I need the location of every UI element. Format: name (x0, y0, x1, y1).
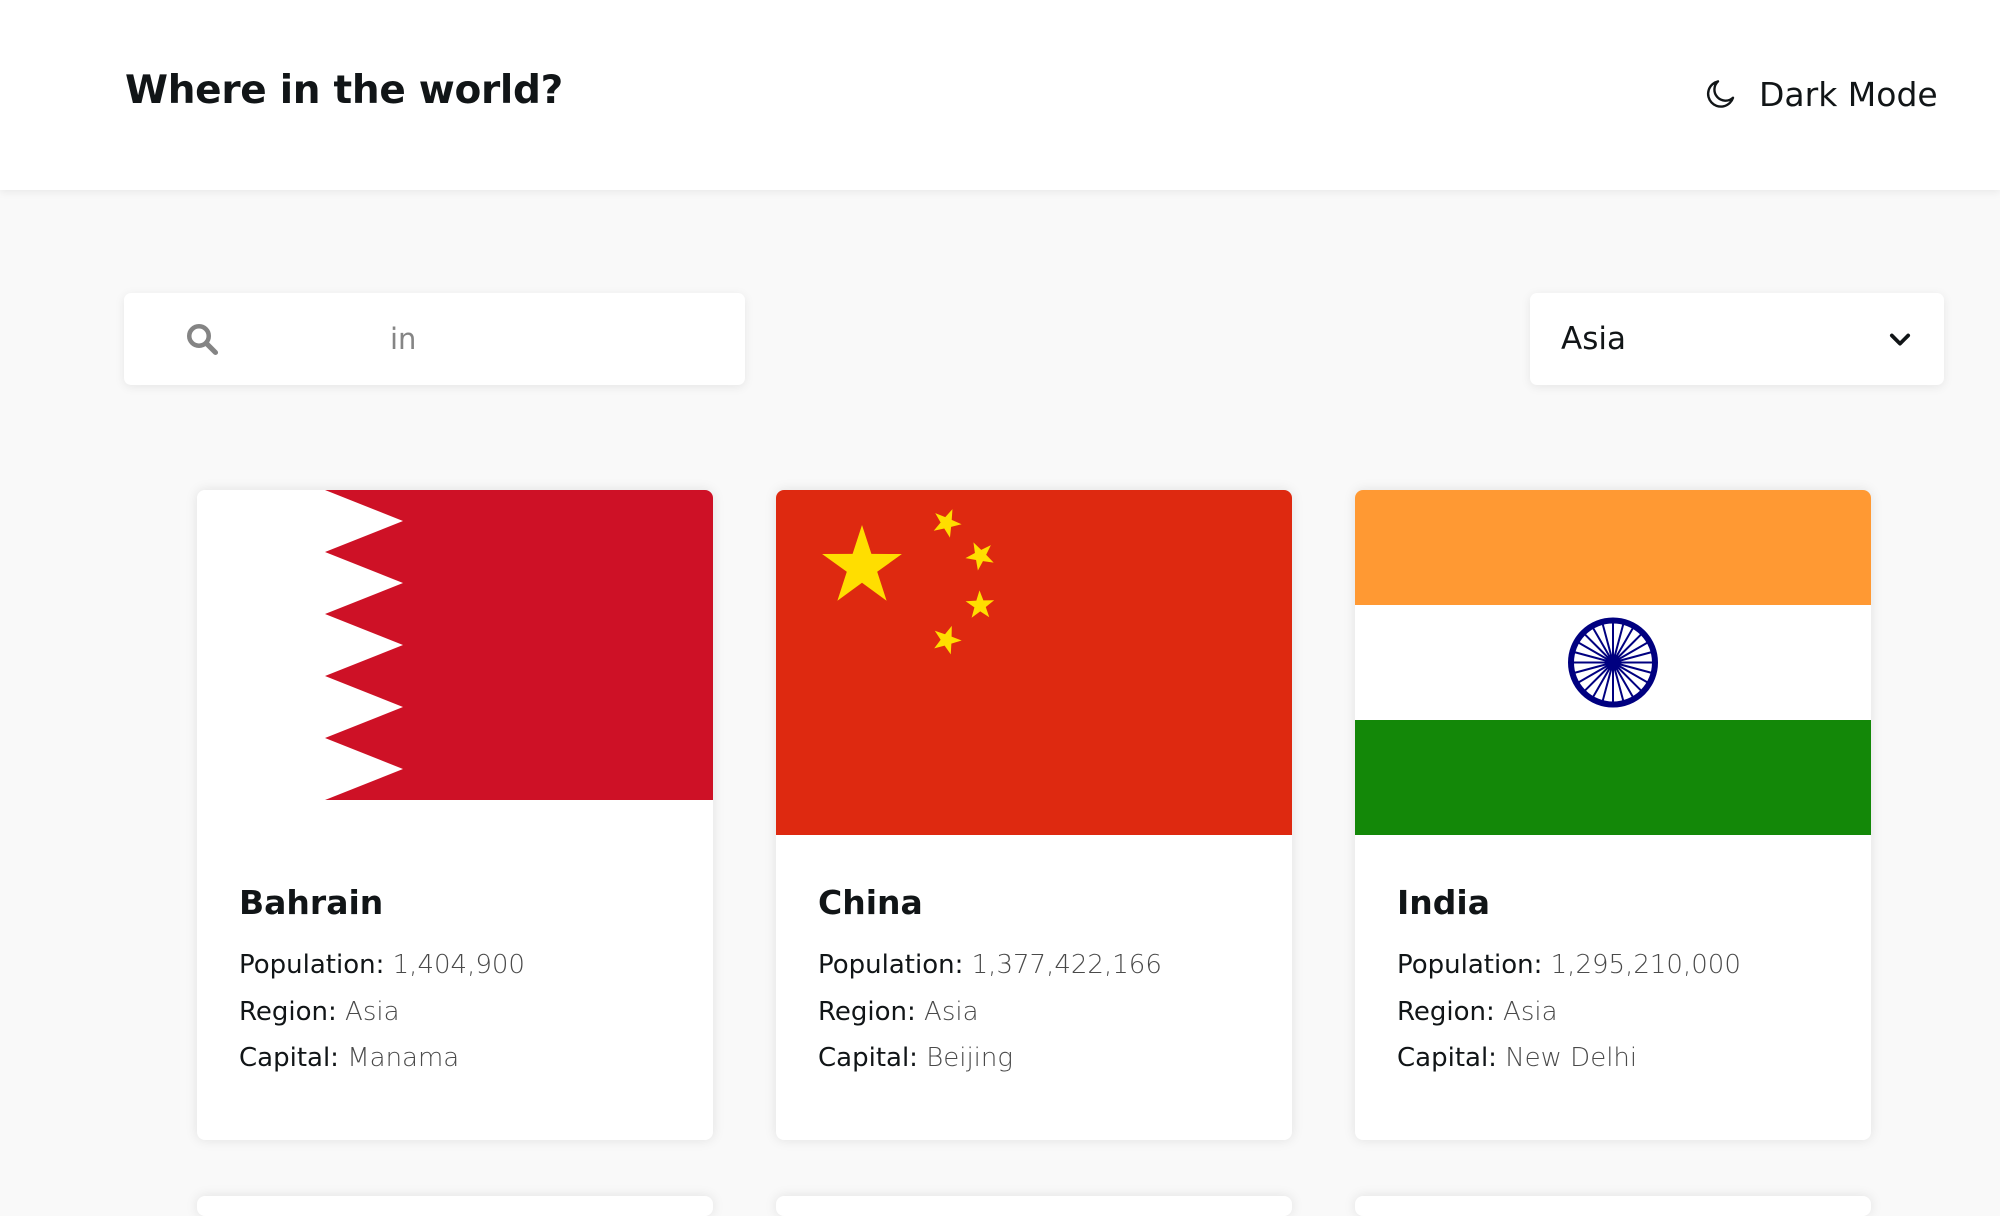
capital-value: Manama (347, 1043, 460, 1073)
country-name: India (1397, 883, 1490, 922)
country-card-partial[interactable] (776, 1196, 1292, 1216)
capital-value: Beijing (926, 1043, 1013, 1073)
country-name: China (818, 883, 923, 922)
app-title: Where in the world? (125, 68, 563, 113)
country-card-india[interactable]: India Population: 1,295,210,000 Region: … (1355, 490, 1871, 1140)
country-name: Bahrain (239, 883, 384, 922)
population-row: Population: 1,377,422,166 (818, 950, 1162, 980)
population-label: Population: (818, 950, 964, 980)
capital-value: New Delhi (1505, 1043, 1638, 1073)
china-flag (776, 490, 1292, 835)
search-icon (187, 324, 219, 356)
region-label: Region: (818, 997, 916, 1027)
region-value: Asia (1503, 997, 1558, 1027)
search-input[interactable] (390, 293, 710, 385)
country-card-partial[interactable] (197, 1196, 713, 1216)
capital-row: Capital: New Delhi (1397, 1043, 1637, 1073)
dark-mode-toggle[interactable]: Dark Mode (1703, 72, 1938, 116)
chevron-down-icon (1889, 333, 1911, 346)
population-value: 1,295,210,000 (1550, 950, 1741, 980)
country-card-bahrain[interactable]: Bahrain Population: 1,404,900 Region: As… (197, 490, 713, 1140)
population-row: Population: 1,295,210,000 (1397, 950, 1741, 980)
region-label: Region: (1397, 997, 1495, 1027)
population-row: Population: 1,404,900 (239, 950, 525, 980)
dark-mode-label: Dark Mode (1759, 74, 1938, 114)
region-row: Region: Asia (239, 997, 400, 1027)
region-row: Region: Asia (1397, 997, 1558, 1027)
region-value: Asia (924, 997, 979, 1027)
search-box[interactable]: in (124, 293, 745, 385)
top-bar: Where in the world? Dark Mode (0, 0, 2000, 190)
population-label: Population: (239, 950, 385, 980)
capital-label: Capital: (1397, 1043, 1497, 1073)
country-card-partial[interactable] (1355, 1196, 1871, 1216)
region-filter-select[interactable]: Asia (1530, 293, 1944, 385)
country-card-china[interactable]: China Population: 1,377,422,166 Region: … (776, 490, 1292, 1140)
capital-row: Capital: Manama (239, 1043, 459, 1073)
india-flag (1355, 490, 1871, 835)
region-value: Asia (345, 997, 400, 1027)
capital-label: Capital: (239, 1043, 339, 1073)
population-value: 1,404,900 (392, 950, 525, 980)
capital-row: Capital: Beijing (818, 1043, 1013, 1073)
region-row: Region: Asia (818, 997, 979, 1027)
region-label: Region: (239, 997, 337, 1027)
moon-icon (1706, 80, 1735, 108)
capital-label: Capital: (818, 1043, 918, 1073)
population-label: Population: (1397, 950, 1543, 980)
region-filter-value: Asia (1561, 321, 1626, 357)
bahrain-flag (197, 490, 713, 835)
population-value: 1,377,422,166 (971, 950, 1162, 980)
